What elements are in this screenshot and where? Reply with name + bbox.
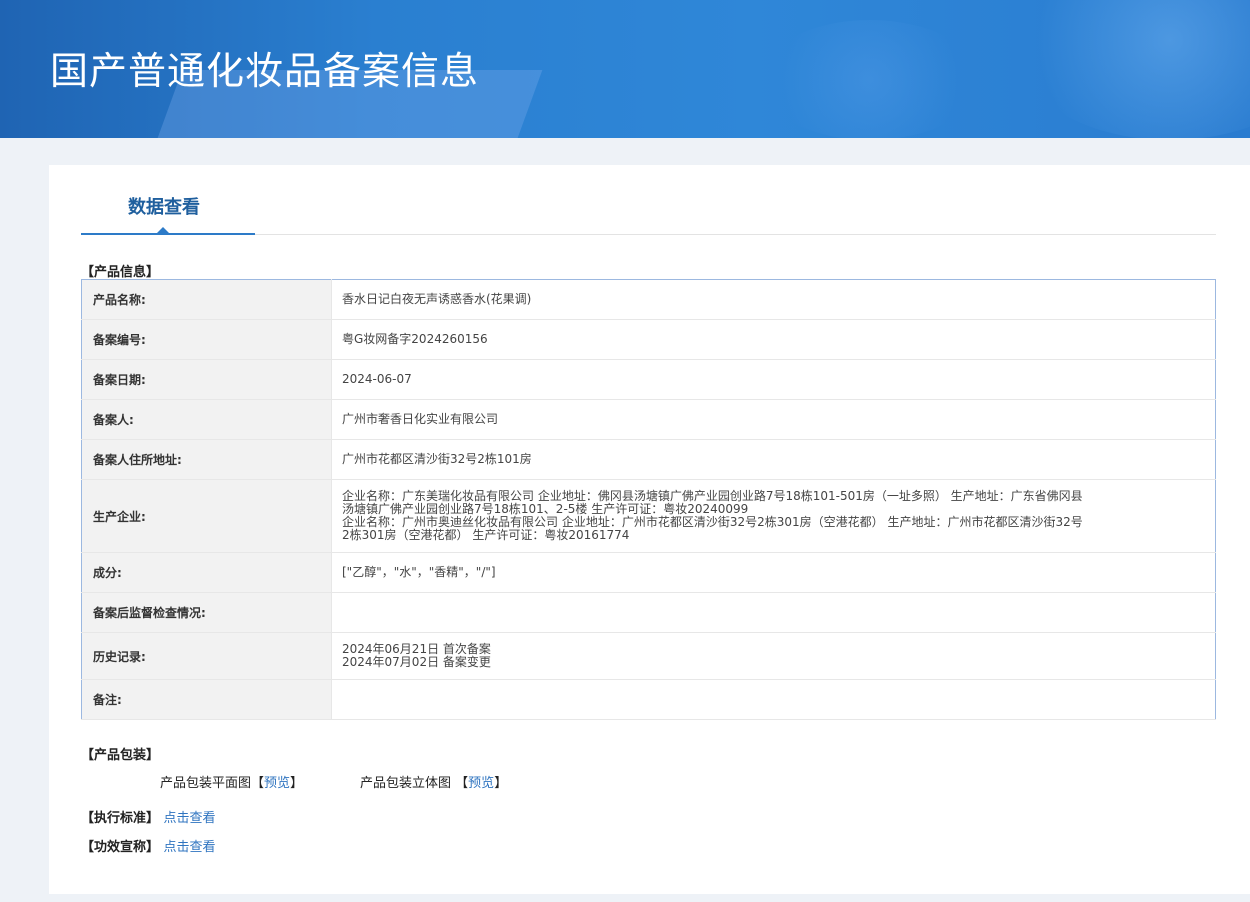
history-value: 2024年06月21日 首次备案 2024年07月02日 备案变更 bbox=[331, 632, 1216, 680]
field-label: 备案人住所地址: bbox=[81, 439, 332, 480]
page-title: 国产普通化妆品备案信息 bbox=[50, 49, 480, 93]
field-label: 历史记录: bbox=[81, 632, 332, 680]
filer-address-value: 广州市花都区清沙街32号2栋101房 bbox=[331, 439, 1216, 480]
product-name-value: 香水日记白夜无声诱惑香水(花果调) bbox=[331, 279, 1216, 320]
history-line: 2024年07月02日 备案变更 bbox=[342, 655, 491, 669]
tab-label: 数据查看 bbox=[128, 197, 200, 218]
bracket-close: 】 bbox=[494, 776, 508, 791]
bracket-close: 】 bbox=[290, 776, 304, 791]
field-label: 备案后监督检查情况: bbox=[81, 592, 332, 633]
bracket-open: 【 bbox=[251, 776, 265, 791]
table-row: 备案编号: 粤G妆网备字2024260156 bbox=[81, 319, 1216, 360]
standard-row: 【执行标准】 点击查看 bbox=[81, 807, 216, 826]
table-row: 备案人: 广州市奢香日化实业有限公司 bbox=[81, 399, 1216, 440]
packaging-flat-item: 产品包装平面图【预览】 bbox=[160, 772, 303, 791]
efficacy-view-link[interactable]: 点击查看 bbox=[164, 840, 216, 855]
standard-view-link[interactable]: 点击查看 bbox=[164, 811, 216, 826]
banner-decoration bbox=[760, 20, 980, 138]
packaging-heading: 【产品包装】 bbox=[81, 748, 160, 763]
filer-value: 广州市奢香日化实业有限公司 bbox=[331, 399, 1216, 440]
packaging-flat-label: 产品包装平面图 bbox=[160, 776, 252, 791]
product-info-heading: 【产品信息】 bbox=[81, 265, 160, 280]
table-row: 生产企业: 企业名称：广东美瑞化妆品有限公司 企业地址：佛冈县汤塘镇广佛产业园创… bbox=[81, 479, 1216, 553]
table-row: 备案人住所地址: 广州市花都区清沙街32号2栋101房 bbox=[81, 439, 1216, 480]
header-banner: 国产普通化妆品备案信息 bbox=[0, 0, 1250, 138]
field-label: 生产企业: bbox=[81, 479, 332, 553]
bracket-open: 【 bbox=[455, 776, 469, 791]
packaging-solid-label: 产品包装立体图 bbox=[360, 776, 452, 791]
manufacturer-value: 企业名称：广东美瑞化妆品有限公司 企业地址：佛冈县汤塘镇广佛产业园创业路7号18… bbox=[331, 479, 1216, 553]
tab-active-caret bbox=[156, 227, 170, 234]
standard-heading: 【执行标准】 bbox=[81, 811, 160, 826]
ingredients-value: ["乙醇"，"水"，"香精"，"/"] bbox=[331, 552, 1216, 593]
preview-solid-link[interactable]: 预览 bbox=[468, 776, 494, 791]
packaging-solid-item: 产品包装立体图 【预览】 bbox=[360, 772, 507, 791]
field-label: 产品名称: bbox=[81, 279, 332, 320]
field-label: 备案日期: bbox=[81, 359, 332, 400]
record-number-value: 粤G妆网备字2024260156 bbox=[331, 319, 1216, 360]
tab-bar: 数据查看 bbox=[81, 165, 1216, 235]
supervision-value bbox=[331, 592, 1216, 633]
content-card: 数据查看 【产品信息】 产品名称: 香水日记白夜无声诱惑香水(花果调) 备案编号… bbox=[49, 165, 1250, 894]
table-row: 产品名称: 香水日记白夜无声诱惑香水(花果调) bbox=[81, 279, 1216, 320]
table-row: 备案日期: 2024-06-07 bbox=[81, 359, 1216, 400]
table-row: 历史记录: 2024年06月21日 首次备案 2024年07月02日 备案变更 bbox=[81, 632, 1216, 680]
tab-data-view[interactable]: 数据查看 bbox=[81, 165, 255, 235]
banner-decoration bbox=[1010, 0, 1250, 138]
table-row: 备注: bbox=[81, 679, 1216, 720]
field-label: 备注: bbox=[81, 679, 332, 720]
efficacy-heading: 【功效宣称】 bbox=[81, 840, 160, 855]
preview-flat-link[interactable]: 预览 bbox=[264, 776, 290, 791]
record-date-value: 2024-06-07 bbox=[331, 359, 1216, 400]
field-label: 备案编号: bbox=[81, 319, 332, 360]
product-info-table: 产品名称: 香水日记白夜无声诱惑香水(花果调) 备案编号: 粤G妆网备字2024… bbox=[81, 279, 1216, 720]
remarks-value bbox=[331, 679, 1216, 720]
efficacy-row: 【功效宣称】 点击查看 bbox=[81, 836, 216, 855]
table-row: 成分: ["乙醇"，"水"，"香精"，"/"] bbox=[81, 552, 1216, 593]
manufacturer-line: 2栋301房（空港花都） 生产许可证：粤妆20161774 bbox=[342, 528, 630, 542]
table-row: 备案后监督检查情况: bbox=[81, 592, 1216, 633]
field-label: 成分: bbox=[81, 552, 332, 593]
field-label: 备案人: bbox=[81, 399, 332, 440]
